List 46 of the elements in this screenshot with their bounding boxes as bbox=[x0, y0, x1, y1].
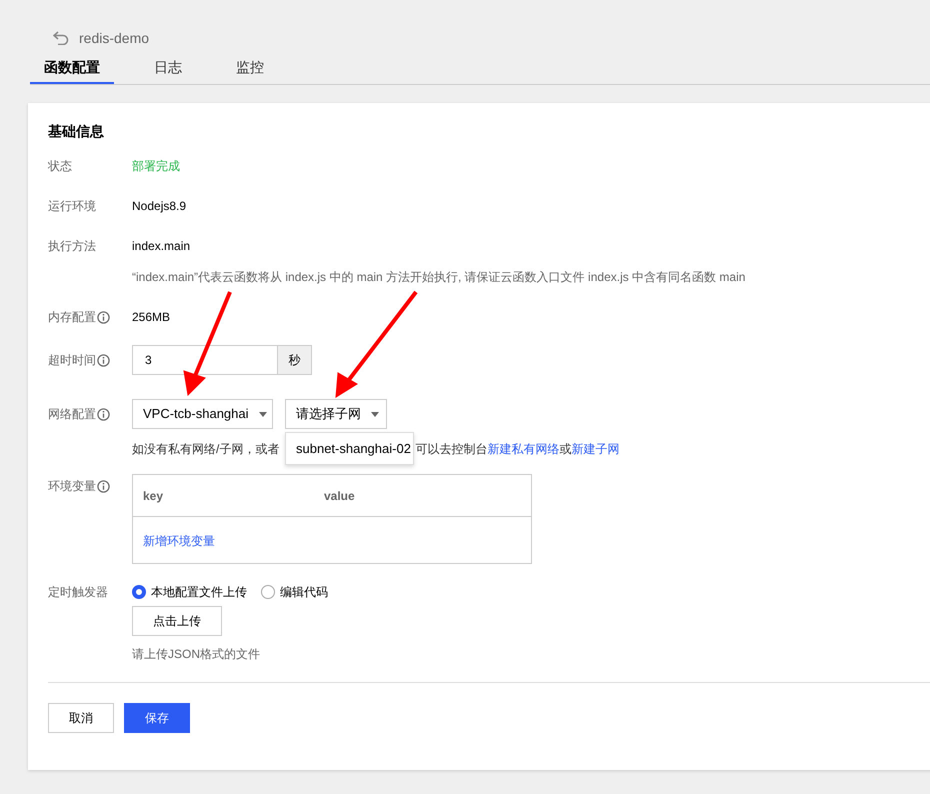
column-header: value bbox=[324, 488, 355, 504]
hint-text: 如没有私有网络/子网，或者 bbox=[132, 442, 280, 456]
field-label: 定时触发器 bbox=[48, 584, 108, 600]
page-title: redis-demo bbox=[79, 30, 150, 46]
section-title: 基础信息 bbox=[48, 123, 105, 141]
radio-label[interactable]: 本地配置文件上传 bbox=[151, 584, 247, 600]
subnet-select[interactable]: 请选择子网 bbox=[285, 399, 387, 429]
upload-hint: 请上传JSON格式的文件 bbox=[132, 646, 262, 662]
radio-button[interactable] bbox=[132, 585, 146, 599]
dropdown-option[interactable]: subnet-shanghai-02 bbox=[285, 432, 414, 465]
caret-icon bbox=[258, 412, 266, 416]
radio-button[interactable] bbox=[261, 585, 275, 599]
cancel-button[interactable]: 取消 bbox=[48, 703, 114, 733]
field-note: “index.main”代表云函数将从 index.js 中的 main 方法开始执行, 请保证云函数入口文件 index.js 中含有同名函数 main bbox=[132, 269, 746, 285]
new-vpc-link[interactable]: 新建私有网络 bbox=[487, 442, 560, 456]
column-header: key bbox=[143, 488, 164, 504]
status-text: 部署完成 bbox=[132, 159, 180, 173]
save-button[interactable]: 保存 bbox=[124, 703, 190, 733]
field-label: 网络配置 bbox=[48, 406, 96, 422]
back-icon[interactable] bbox=[53, 31, 69, 45]
tab[interactable]: 日志 bbox=[140, 57, 196, 84]
new-subnet-link[interactable]: 新建子网 bbox=[571, 442, 620, 456]
field-label: 环境变量 bbox=[48, 478, 96, 494]
unit-addon: 秒 bbox=[278, 345, 312, 375]
info-icon[interactable] bbox=[97, 480, 110, 493]
info-icon[interactable] bbox=[97, 408, 110, 421]
field-label: 执行方法 bbox=[48, 238, 96, 254]
field-value: index.main bbox=[132, 238, 192, 254]
hint-text: 或 bbox=[559, 442, 572, 456]
radio-label[interactable]: 编辑代码 bbox=[280, 584, 328, 600]
info-icon[interactable] bbox=[97, 354, 110, 367]
vpc-select[interactable]: VPC-tcb-shanghai bbox=[132, 399, 273, 429]
upload-button[interactable]: 点击上传 bbox=[132, 606, 222, 636]
add-env-link[interactable]: 新增环境变量 bbox=[143, 534, 215, 548]
tab[interactable]: 函数配置 bbox=[30, 57, 114, 84]
hint-text: 可以去控制台 bbox=[415, 442, 488, 456]
timeout-input[interactable]: 3 bbox=[132, 345, 278, 375]
tab[interactable]: 监控 bbox=[222, 57, 278, 84]
field-label: 运行环境 bbox=[48, 198, 96, 214]
info-icon[interactable] bbox=[97, 311, 110, 324]
field-value: 256MB bbox=[132, 309, 170, 325]
field-value: Nodejs8.9 bbox=[132, 198, 186, 214]
caret-icon bbox=[371, 412, 379, 416]
field-label: 状态 bbox=[48, 158, 72, 174]
field-label: 内存配置 bbox=[48, 309, 96, 325]
field-label: 超时时间 bbox=[48, 352, 96, 368]
